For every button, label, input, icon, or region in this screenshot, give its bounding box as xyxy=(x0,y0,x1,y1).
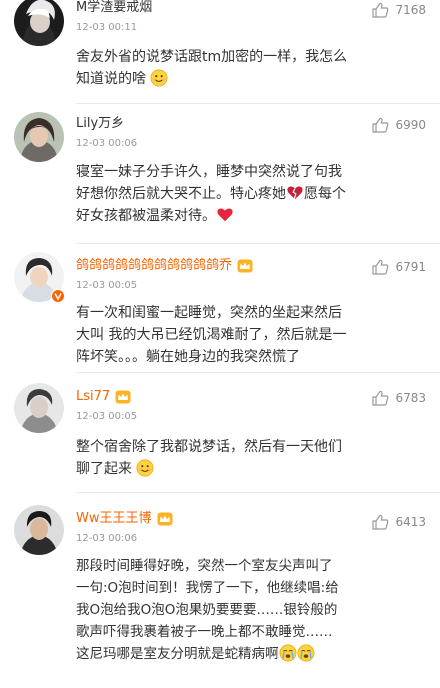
comment-text: 整个宿舍除了我都说梦话，然后有一天他们 聊了起来 xyxy=(76,436,416,480)
comment-line-text: 聊了起来 xyxy=(76,461,132,477)
like-button[interactable]: 7168 xyxy=(372,1,426,19)
crown-badge-icon xyxy=(157,512,172,526)
divider xyxy=(76,103,440,104)
comment-text: 寝室一妹子分手许久，睡梦中突然说了句我 好想你然后就大哭不止。特心疼她 愿每个 … xyxy=(76,161,416,227)
crying-emoji-icon xyxy=(297,644,314,662)
comment-line: 那段时间睡得好晚，突然一个室友尖声叫了 xyxy=(76,558,333,574)
thumbs-up-icon xyxy=(372,259,389,275)
comment-line: 一句:O泡时间到！我愣了一下，他继续唱:给 xyxy=(76,580,339,596)
comment-line: 有一次和闺蜜一起睡觉，突然的坐起来然后 xyxy=(76,305,342,321)
crying-emoji-icon xyxy=(279,644,296,662)
divider xyxy=(76,492,440,493)
comment-line: 聊了起来 xyxy=(76,458,416,480)
red-heart-icon xyxy=(217,208,233,222)
comment-line-text: 愿每个 xyxy=(304,186,346,202)
timestamp: 12-03 00:05 xyxy=(76,280,138,291)
thumbs-up-icon xyxy=(372,390,389,406)
divider xyxy=(76,372,440,373)
crown-badge-icon xyxy=(237,259,253,273)
comment-line: 阵坏笑。。。躺在她身边的我突然慌了 xyxy=(76,349,300,365)
like-button[interactable]: 6413 xyxy=(372,513,426,531)
comment-line: 舍友外省的说梦话跟tm加密的一样，我怎么 xyxy=(76,49,348,65)
smile-emoji-icon xyxy=(136,459,154,477)
comment-line-text: 好想你然后就大哭不止。特心疼她 xyxy=(76,186,286,202)
comment-line: 这尼玛哪是室友分明就是蛇精病啊 xyxy=(76,643,416,665)
username[interactable]: 鸽鸽鸽鸽鸽鸽鸽鸽鸽鸽鸽乔 xyxy=(76,257,232,275)
username[interactable]: Lily万乡 xyxy=(76,115,124,133)
timestamp: 12-03 00:11 xyxy=(76,22,138,33)
comment-text: 舍友外省的说梦话跟tm加密的一样，我怎么 知道说的啥 xyxy=(76,46,416,90)
crown-badge-icon xyxy=(115,390,131,404)
verified-v-icon xyxy=(51,289,65,303)
like-count: 6990 xyxy=(395,118,426,132)
timestamp: 12-03 00:05 xyxy=(76,411,138,422)
comment-line: 好女孩都被温柔对待。 xyxy=(76,205,416,227)
comment-line: 大叫 我的大吊已经饥渴难耐了，然后就是一 xyxy=(76,327,347,343)
username[interactable]: Lsi77 xyxy=(76,388,110,406)
avatar[interactable] xyxy=(14,252,65,303)
comment-line-text: 好女孩都被温柔对待。 xyxy=(76,208,216,224)
like-button[interactable]: 6791 xyxy=(372,258,426,276)
comment-line: 知道说的啥 xyxy=(76,68,416,90)
thumbs-up-icon xyxy=(372,117,389,133)
comment-line: 寝室一妹子分手许久，睡梦中突然说了句我 xyxy=(76,164,342,180)
comment-line-text: 知道说的啥 xyxy=(76,71,146,87)
timestamp: 12-03 00:06 xyxy=(76,138,138,149)
like-count: 7168 xyxy=(395,3,426,17)
like-count: 6783 xyxy=(395,391,426,405)
timestamp: 12-03 00:06 xyxy=(76,533,138,544)
like-count: 6791 xyxy=(395,260,426,274)
comment-text: 那段时间睡得好晚，突然一个室友尖声叫了 一句:O泡时间到！我愣了一下，他继续唱:… xyxy=(76,555,416,665)
comment-line: 我O泡给我O泡O泡果奶要要要……银铃般的 xyxy=(76,602,338,618)
like-button[interactable]: 6783 xyxy=(372,389,426,407)
comment-line-text: 这尼玛哪是室友分明就是蛇精病啊 xyxy=(76,646,279,662)
comment-line: 整个宿舍除了我都说梦话，然后有一天他们 xyxy=(76,439,342,455)
avatar[interactable] xyxy=(14,112,64,162)
avatar[interactable] xyxy=(14,505,64,555)
username[interactable]: M学渣要戒烟 xyxy=(76,0,152,17)
like-button[interactable]: 6990 xyxy=(372,116,426,134)
thumbs-up-icon xyxy=(372,514,389,530)
smile-emoji-icon xyxy=(150,69,168,87)
avatar[interactable] xyxy=(14,0,64,46)
comment-line: 歌声吓得我裹着被子一晚上都不敢睡觉…… xyxy=(76,624,333,640)
broken-heart-icon xyxy=(287,186,303,200)
thumbs-up-icon xyxy=(372,2,389,18)
divider xyxy=(76,243,440,244)
username[interactable]: Ww王王王博 xyxy=(76,510,152,528)
comment-line: 好想你然后就大哭不止。特心疼她 愿每个 xyxy=(76,183,416,205)
comment-feed: M学渣要戒烟 12-03 00:11 7168 舍友外省的说梦话跟tm加密的一样… xyxy=(0,0,440,688)
avatar[interactable] xyxy=(14,383,64,433)
comment-text: 有一次和闺蜜一起睡觉，突然的坐起来然后 大叫 我的大吊已经饥渴难耐了，然后就是一… xyxy=(76,302,416,368)
like-count: 6413 xyxy=(395,515,426,529)
